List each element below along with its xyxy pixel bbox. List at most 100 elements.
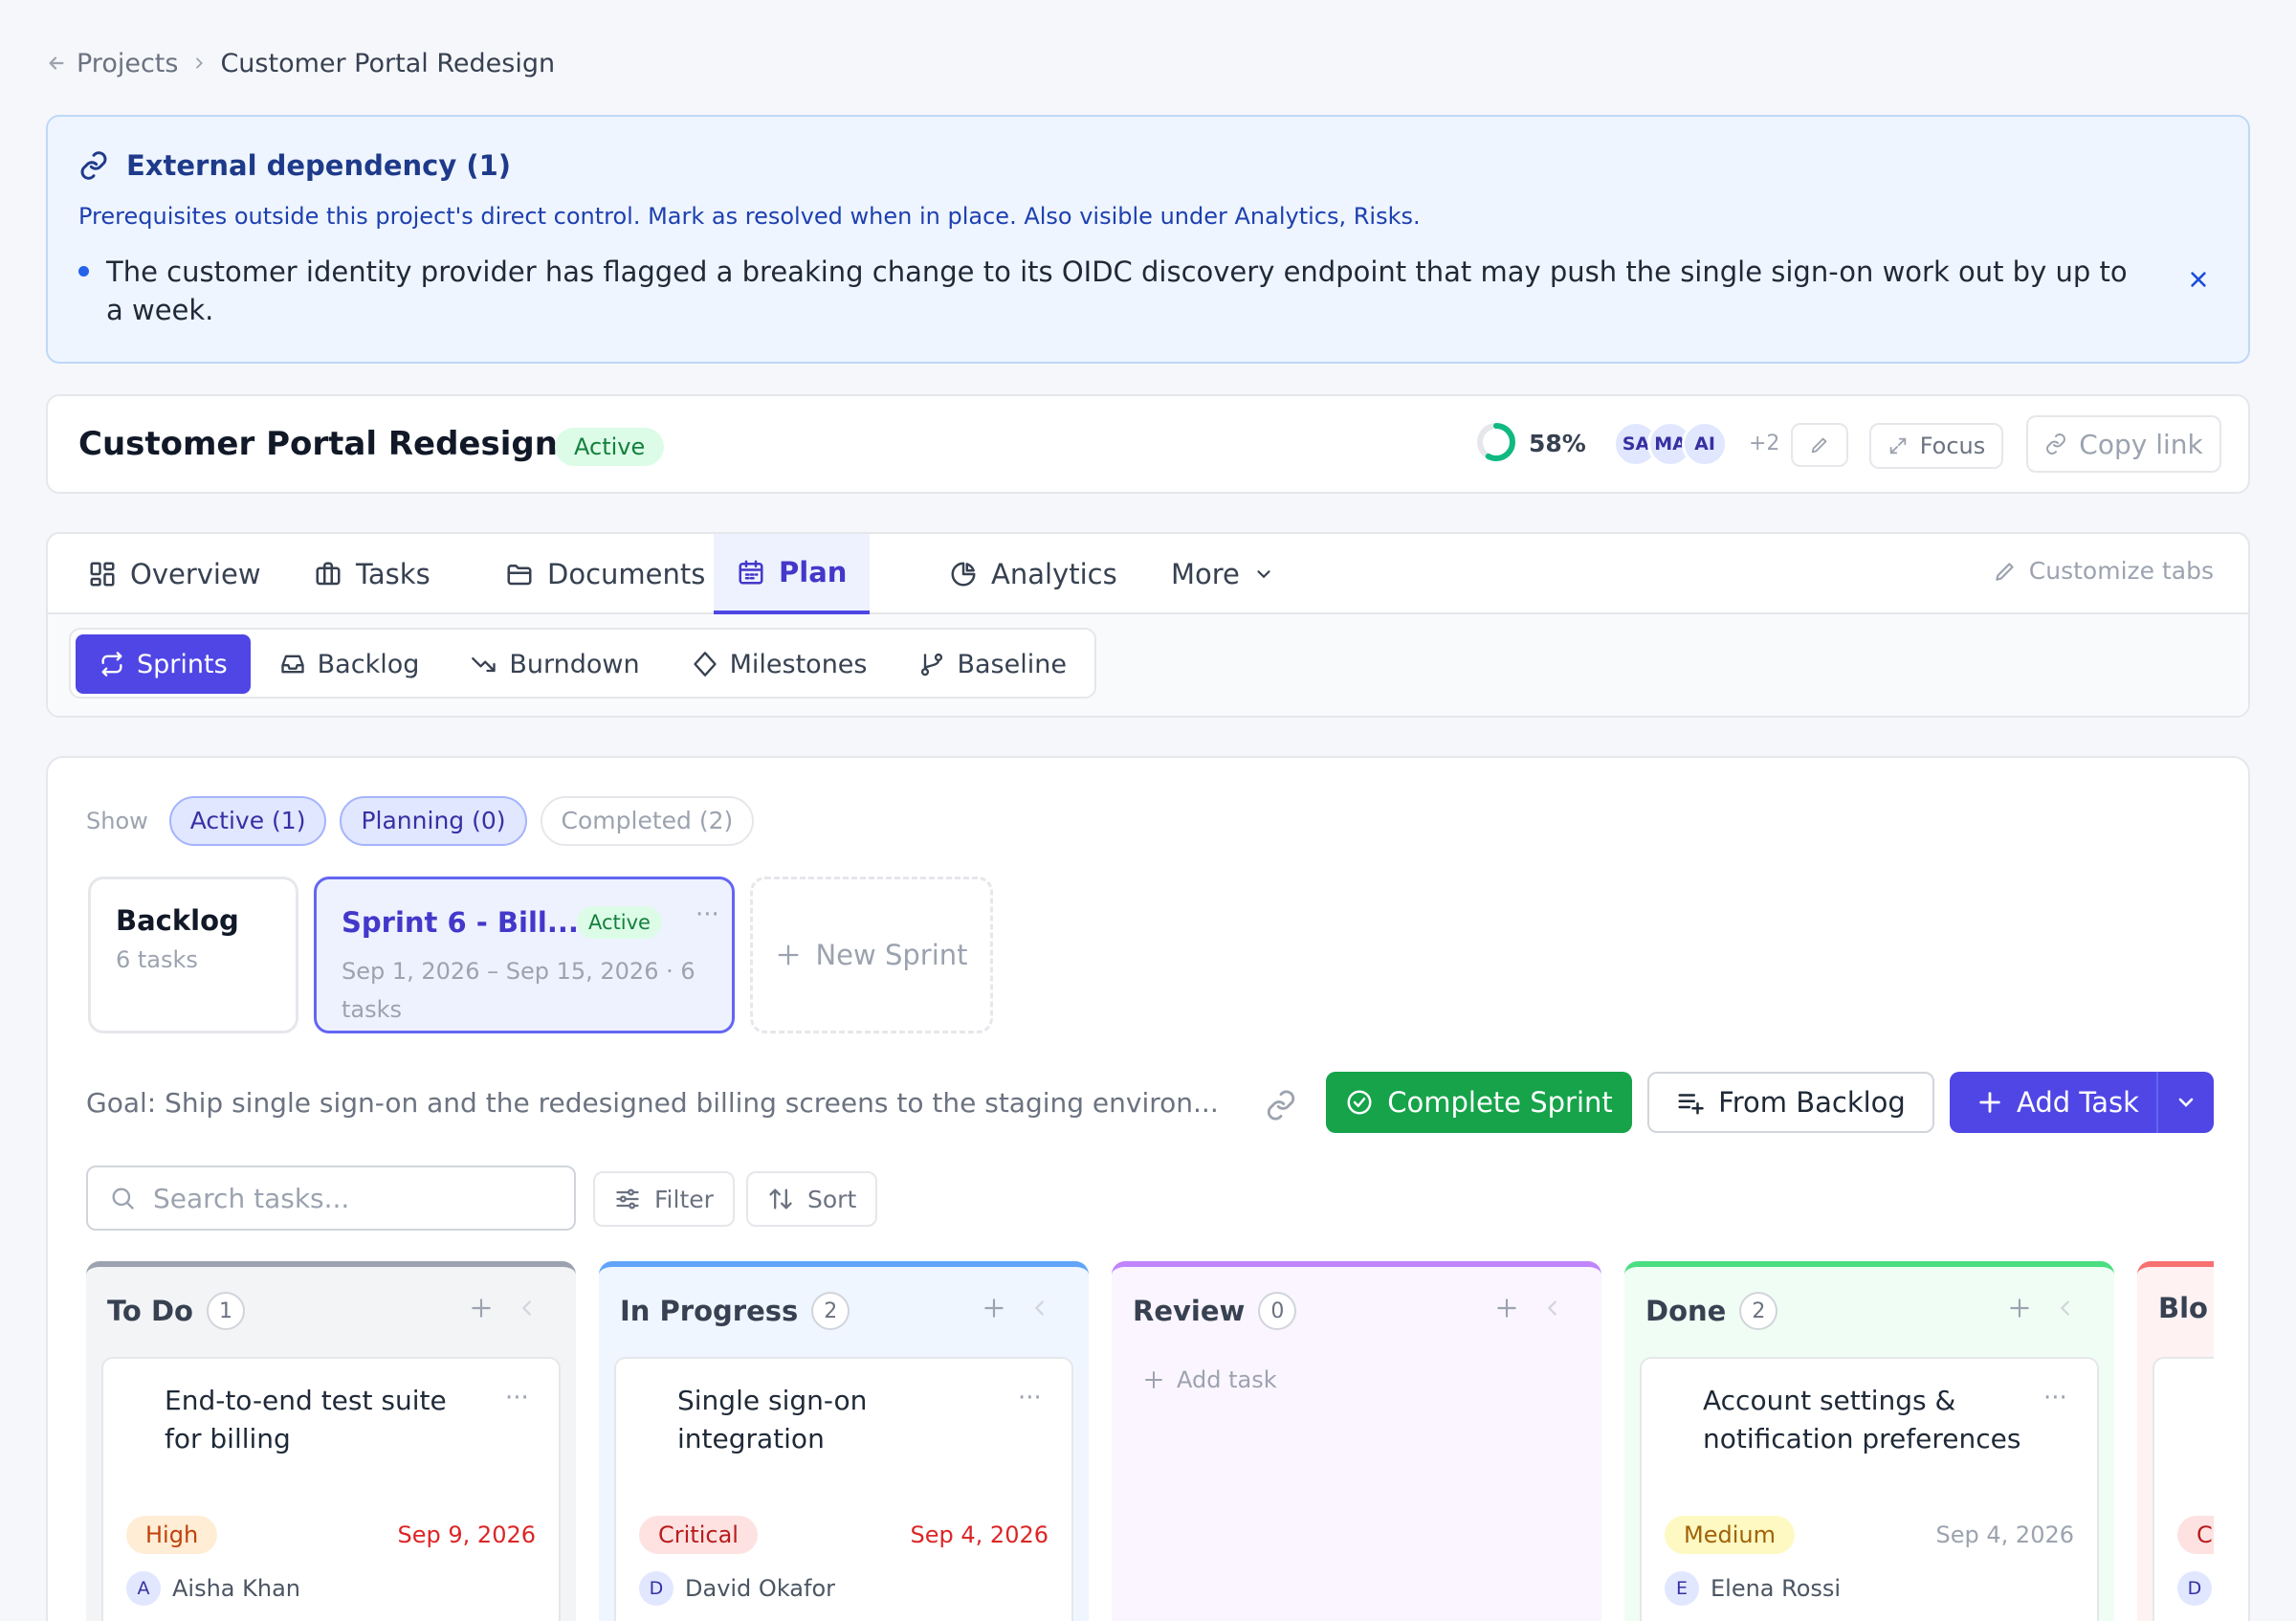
focus-button[interactable]: Focus: [1869, 423, 2003, 469]
breadcrumb-projects[interactable]: Projects: [77, 49, 178, 78]
tab-more[interactable]: More: [1148, 534, 1297, 614]
search-placeholder: Search tasks...: [153, 1182, 350, 1214]
chevron-left-icon[interactable]: [2055, 1298, 2076, 1319]
subtab-backlog[interactable]: Backlog: [256, 634, 443, 694]
dashboard-icon: [90, 562, 115, 587]
task-menu-button[interactable]: ···: [1018, 1384, 1042, 1412]
filter-completed[interactable]: Completed (2): [540, 796, 755, 846]
task-title: End-to-end test suite for billing: [165, 1385, 447, 1454]
subtab-label: Milestones: [729, 649, 868, 679]
column-count: 0: [1258, 1292, 1297, 1330]
sort-button[interactable]: Sort: [746, 1171, 878, 1227]
due-date: Sep 4, 2026: [1935, 1521, 2074, 1548]
close-icon: [2191, 272, 2206, 287]
chevron-left-icon[interactable]: [1542, 1298, 1563, 1319]
edit-project-button[interactable]: [1791, 423, 1848, 467]
filter-button[interactable]: Filter: [593, 1171, 735, 1227]
avatar[interactable]: AI: [1682, 421, 1728, 467]
assignee-name: David Okafor: [685, 1575, 835, 1602]
new-sprint-button[interactable]: New Sprint: [750, 877, 993, 1033]
column-header: Blo: [2158, 1292, 2208, 1324]
column-review: Review 0 Add task: [1112, 1261, 1601, 1621]
backlog-card-title: Backlog: [116, 904, 239, 937]
backlog-card[interactable]: Backlog 6 tasks: [88, 877, 298, 1033]
git-branch-icon: [921, 653, 943, 677]
customize-tabs-button[interactable]: Customize tabs: [1993, 557, 2214, 585]
task-menu-button[interactable]: ···: [505, 1384, 529, 1412]
add-task-label: Add Task: [2017, 1086, 2139, 1119]
sort-label: Sort: [807, 1185, 857, 1213]
column-header: Done 2: [1645, 1292, 1778, 1330]
search-icon: [112, 1188, 134, 1210]
plus-icon: [1145, 1371, 1162, 1388]
complete-sprint-button[interactable]: Complete Sprint: [1326, 1072, 1632, 1133]
task-card[interactable]: Account settings & notification preferen…: [1640, 1357, 2099, 1621]
add-task-button[interactable]: Add Task: [1950, 1072, 2214, 1133]
from-backlog-button[interactable]: From Backlog: [1647, 1072, 1934, 1133]
column-header: In Progress 2: [620, 1292, 850, 1330]
bullet-dot: [78, 266, 89, 277]
breadcrumb-back-link[interactable]: Projects: [46, 49, 178, 78]
subtab-label: Burndown: [509, 649, 640, 679]
plus-icon[interactable]: [2007, 1296, 2032, 1321]
subtab-sprints[interactable]: Sprints: [76, 634, 251, 694]
sprint-menu-button[interactable]: ···: [695, 900, 719, 929]
search-input[interactable]: Search tasks...: [86, 1166, 576, 1231]
sprint-card-current[interactable]: Sprint 6 - Bill... Active ··· Sep 1, 202…: [314, 877, 735, 1033]
status-badge: Active: [555, 428, 665, 466]
subtab-milestones[interactable]: Milestones: [669, 634, 891, 694]
plus-icon[interactable]: [1494, 1296, 1519, 1321]
member-avatars[interactable]: SA MA AI: [1613, 421, 1728, 467]
link-icon: [80, 151, 107, 180]
tab-analytics[interactable]: Analytics: [926, 534, 1140, 614]
task-card[interactable]: Single sign-on integration ··· Critical …: [614, 1357, 1073, 1621]
tab-plan[interactable]: Plan: [714, 534, 871, 614]
alert-heading: External dependency (1): [78, 149, 511, 182]
kanban-board: To Do 1 End-to-end test suite for billin…: [86, 1261, 2214, 1621]
subtab-burndown[interactable]: Burndown: [448, 634, 662, 694]
chevron-left-icon[interactable]: [517, 1298, 538, 1319]
sprint-status-badge: Active: [577, 906, 662, 939]
copy-link-button[interactable]: Copy link: [2026, 415, 2221, 473]
more-members-count[interactable]: +2: [1749, 432, 1779, 455]
avatar: D: [639, 1571, 673, 1606]
plus-icon[interactable]: [469, 1296, 494, 1321]
avatar: A: [126, 1571, 161, 1606]
subtab-area: Sprints Backlog Burndown Milestones Base…: [48, 614, 2248, 716]
column-todo: To Do 1 End-to-end test suite for billin…: [86, 1261, 576, 1621]
inbox-icon: [280, 655, 304, 674]
plus-icon[interactable]: [982, 1296, 1006, 1321]
task-card[interactable]: End-to-end test suite for billing ··· Hi…: [101, 1357, 561, 1621]
project-header: Customer Portal Redesign Active 58% SA M…: [46, 394, 2250, 494]
tab-documents[interactable]: Documents: [482, 534, 728, 614]
column-title: Done: [1645, 1295, 1727, 1327]
link-icon[interactable]: [1265, 1089, 1297, 1121]
column-count: 2: [1739, 1292, 1778, 1330]
filter-planning[interactable]: Planning (0): [340, 796, 527, 846]
sprint-panel: Show Active (1) Planning (0) Completed (…: [46, 756, 2250, 1621]
avatar: E: [1665, 1571, 1699, 1606]
add-task-inline-button[interactable]: Add task: [1142, 1366, 1277, 1393]
sprint-goal: Goal: Ship single sign-on and the redesi…: [86, 1087, 1219, 1119]
close-alert-button[interactable]: [2181, 262, 2216, 297]
tab-overview[interactable]: Overview: [65, 534, 284, 614]
alert-list-item: The customer identity provider has flagg…: [78, 253, 2145, 329]
task-menu-button[interactable]: ···: [2043, 1384, 2067, 1412]
add-task-dropdown-toggle[interactable]: [2156, 1072, 2214, 1133]
tab-tasks[interactable]: Tasks: [291, 534, 453, 614]
tab-label: Documents: [547, 558, 706, 590]
filter-active[interactable]: Active (1): [168, 796, 327, 846]
priority-badge: Critical: [639, 1516, 758, 1554]
chevron-left-icon[interactable]: [1029, 1298, 1050, 1319]
task-card[interactable]: C D: [2152, 1357, 2214, 1621]
sort-icon: [769, 1188, 792, 1210]
column-count: 1: [206, 1292, 245, 1330]
tab-label: Plan: [779, 556, 848, 588]
add-task-inline-label: Add task: [1177, 1366, 1277, 1393]
priority-badge: High: [126, 1516, 218, 1554]
external-dependency-banner: External dependency (1) Prerequisites ou…: [46, 115, 2250, 364]
subtab-baseline[interactable]: Baseline: [895, 634, 1089, 694]
assignee: A Aisha Khan: [126, 1571, 300, 1606]
subtab-label: Sprints: [137, 649, 228, 679]
priority-badge: C: [2177, 1516, 2214, 1554]
